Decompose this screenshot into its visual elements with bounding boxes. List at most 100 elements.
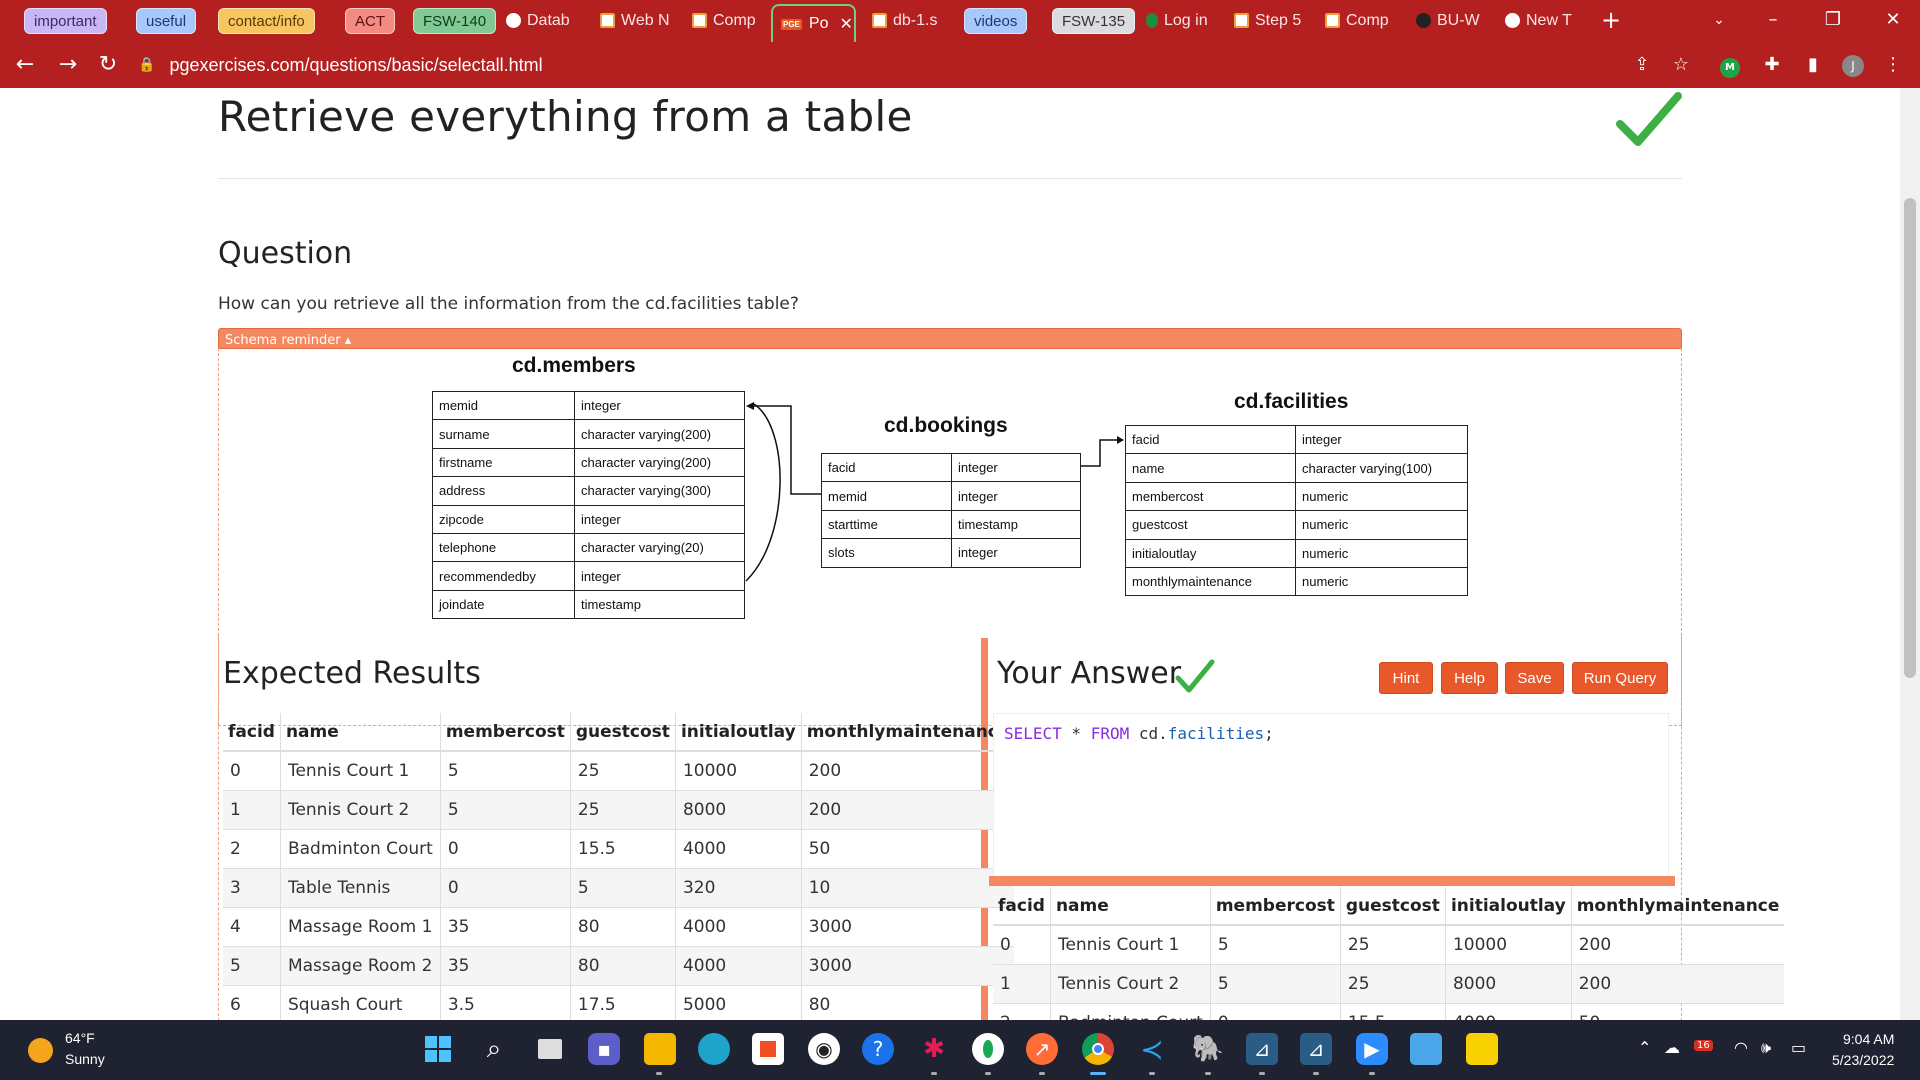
battery-icon[interactable]: ▭ [1791,1038,1806,1057]
table-cell: Tennis Court 1 [1049,924,1211,964]
url-text: pgexercises.com/questions/basic/selectal… [169,54,543,75]
tab-pgexercises-active[interactable]: PGE Po ✕ [771,4,856,42]
chrome-icon[interactable] [1082,1033,1114,1065]
reload-icon[interactable]: ↻ [95,52,121,78]
tab-new-tab[interactable]: New T [1505,6,1581,35]
schema-column-name: name [1125,453,1296,483]
side-panel-icon[interactable]: ▮ [1800,52,1826,78]
tab-group-fsw-135[interactable]: FSW-135 [1052,8,1136,34]
tab-databases[interactable]: Datab [506,6,582,35]
edge-icon[interactable] [698,1033,730,1065]
file-explorer-icon[interactable] [644,1033,676,1065]
table-cell: 200 [1570,924,1785,964]
question-heading: Question [218,236,353,271]
schema-reminder-toggle[interactable]: Schema reminder ▴ [218,328,1682,349]
scrollbar-thumb[interactable] [1904,198,1916,678]
tab-db-1[interactable]: db-1.s [872,6,944,35]
mysql-workbench-icon[interactable]: ⊿ [1246,1033,1278,1065]
table-cell: 320 [674,867,802,907]
new-tab-plus-icon[interactable]: + [1591,6,1631,34]
clock-date[interactable]: 5/23/2022 [1832,1052,1894,1068]
github-desktop-icon[interactable]: ◉ [808,1033,840,1065]
tab-step-5[interactable]: Step 5 [1234,6,1304,35]
tab-search-chevron-icon[interactable]: ⌄ [1699,6,1739,34]
photos-icon[interactable] [1410,1033,1442,1065]
restore-icon[interactable]: ❐ [1813,6,1853,34]
schema-column-name: surname [432,419,575,449]
tab-group-act[interactable]: ACT [345,8,395,34]
slack-icon[interactable]: ✱ [918,1033,950,1065]
schema-row: recommendedby integer [432,561,745,591]
sticky-notes-icon[interactable] [1466,1033,1498,1065]
running-indicator-active [1090,1072,1106,1075]
tab-group-important[interactable]: important [24,8,107,34]
save-button[interactable]: Save [1505,662,1564,694]
schema-column-type: timestamp [574,589,745,620]
tab-bu-w[interactable]: BU-W [1416,6,1488,35]
bookmark-star-icon[interactable]: ☆ [1668,52,1694,78]
tab-comp-1[interactable]: Comp [692,6,764,35]
volume-icon[interactable]: 🕪 [1761,1038,1771,1058]
forward-arrow-icon[interactable]: → [55,52,81,78]
extensions-puzzle-icon[interactable]: ✚ [1759,52,1785,78]
running-indicator [1149,1072,1155,1075]
leaf-icon [1146,13,1158,28]
notification-badge[interactable]: 16 [1694,1040,1713,1051]
editor-resize-bar[interactable] [989,876,1675,886]
weather-condition[interactable]: Sunny [65,1051,105,1067]
share-icon[interactable]: ⇪ [1629,52,1655,78]
tab-group-contact-info[interactable]: contact/info [218,8,315,34]
run-query-button[interactable]: Run Query [1572,662,1668,694]
help-icon[interactable]: ? [862,1033,894,1065]
weather-temperature[interactable]: 64°F [65,1030,95,1046]
page-scrollbar[interactable] [1900,88,1920,1020]
windows-start-icon[interactable] [422,1033,454,1065]
tab-group-videos[interactable]: videos [964,8,1028,34]
browser-tab-bar: important useful contact/info ACT FSW-14… [0,0,1920,42]
back-arrow-icon[interactable]: ← [12,52,38,78]
help-button[interactable]: Help [1441,662,1498,694]
address-bar[interactable]: 🔒 pgexercises.com/questions/basic/select… [138,48,1718,82]
tray-chevron-icon[interactable]: ⌃ [1638,1038,1651,1057]
tab-log-in[interactable]: Log in [1146,6,1218,35]
mongodb-compass-icon[interactable] [972,1033,1004,1065]
running-indicator [931,1072,937,1075]
extension-mongo-icon[interactable]: M [1717,52,1743,78]
table-row: 3 Table Tennis 0 5 320 10 [223,867,1015,907]
postman-icon[interactable]: ↗ [1026,1033,1058,1065]
store-icon[interactable] [752,1033,784,1065]
weather-sun-icon[interactable] [28,1038,53,1063]
teams-chat-icon[interactable]: ▪ [588,1033,620,1065]
hint-button[interactable]: Hint [1379,662,1433,694]
sql-query-text[interactable]: SELECT * FROM cd.facilities; [1004,724,1274,743]
menu-kebab-icon[interactable]: ⋮ [1880,52,1906,78]
task-view-icon[interactable] [534,1033,566,1065]
table-cell: 4000 [674,828,802,868]
tray-app-icon[interactable]: ☁ [1664,1038,1680,1057]
schema-column-type: character varying(300) [574,476,745,506]
table-row: 4 Massage Room 1 35 80 4000 3000 [223,906,1015,946]
tab-web[interactable]: Web N [600,6,672,35]
minimize-icon[interactable]: – [1753,6,1793,34]
close-tab-icon[interactable]: ✕ [839,14,852,34]
table-cell: Badminton Court [1049,1002,1211,1020]
profile-avatar[interactable]: J [1840,52,1866,78]
schema-row: membercost numeric [1125,481,1468,512]
clock-time[interactable]: 9:04 AM [1843,1031,1894,1047]
tab-comp-2[interactable]: Comp [1325,6,1397,35]
table-cell: 5000 [674,984,802,1020]
running-indicator [656,1072,662,1075]
sql-editor[interactable]: SELECT * FROM cd.facilities; [993,713,1669,878]
table-cell: 80 [569,906,676,946]
tab-group-fsw-140[interactable]: FSW-140 [413,8,497,34]
close-window-icon[interactable]: ✕ [1873,6,1913,34]
column-header: facid [993,887,1051,926]
zoom-icon[interactable]: ▶ [1356,1033,1388,1065]
running-indicator [1039,1072,1045,1075]
wifi-icon[interactable]: ◠ [1734,1038,1748,1057]
vscode-icon[interactable]: ≺ [1136,1033,1168,1066]
mysql-workbench-2-icon[interactable]: ⊿ [1300,1033,1332,1065]
search-icon[interactable]: ⌕ [478,1033,510,1065]
tab-group-useful[interactable]: useful [136,8,197,34]
pgadmin-icon[interactable]: 🐘 [1192,1033,1224,1065]
